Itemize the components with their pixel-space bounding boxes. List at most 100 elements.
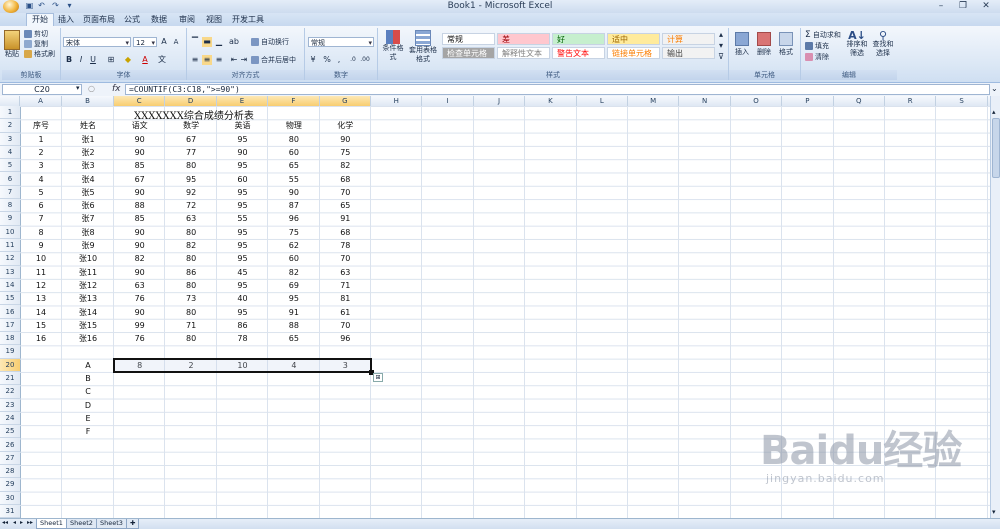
restore-button[interactable]: ❐ [952, 0, 974, 12]
header-cell[interactable]: 物理 [268, 119, 319, 132]
cell-style-0[interactable]: 常规 [442, 33, 495, 45]
table-cell[interactable]: 80 [165, 332, 216, 345]
paste-button[interactable]: 粘贴 [4, 30, 20, 59]
table-cell[interactable]: 16 [20, 332, 62, 345]
italic-icon[interactable]: I [76, 55, 86, 65]
table-cell[interactable]: 70 [320, 319, 371, 332]
font-size-select[interactable]: 12 [133, 37, 157, 48]
table-cell[interactable]: 张12 [62, 279, 114, 292]
insert-cells-button[interactable]: 插入 [732, 32, 752, 57]
comma-icon[interactable]: , [334, 55, 344, 65]
table-cell[interactable]: 67 [114, 173, 165, 186]
tab-home[interactable]: 开始 [26, 13, 54, 27]
table-cell[interactable]: 15 [20, 319, 62, 332]
table-cell[interactable]: 5 [20, 186, 62, 199]
row-header-9[interactable]: 9 [0, 212, 20, 226]
decrease-decimal-icon[interactable]: .00 [360, 55, 370, 65]
grade-label-cell[interactable]: C [62, 385, 114, 398]
table-cell[interactable]: 90 [114, 266, 165, 279]
cell-style-3[interactable]: 适中 [607, 33, 660, 45]
row-header-3[interactable]: 3 [0, 133, 20, 146]
table-cell[interactable]: 90 [320, 133, 371, 146]
table-cell[interactable]: 85 [114, 159, 165, 172]
autosum-button[interactable]: Σ 自动求和 [805, 31, 841, 40]
table-cell[interactable]: 60 [217, 173, 268, 186]
table-cell[interactable]: 73 [165, 292, 216, 305]
grade-label-cell[interactable]: F [62, 425, 114, 438]
header-cell[interactable]: 序号 [20, 119, 62, 132]
row-header-4[interactable]: 4 [0, 146, 20, 160]
copy-button[interactable]: 复制 [24, 40, 48, 49]
table-cell[interactable]: 82 [114, 252, 165, 265]
namebox-dropdown-icon[interactable]: ▾ [76, 84, 80, 92]
table-cell[interactable]: 80 [165, 252, 216, 265]
table-cell[interactable]: 60 [268, 146, 319, 159]
row-header-31[interactable]: 31 [0, 505, 20, 519]
table-cell[interactable]: 80 [165, 306, 216, 319]
table-cell[interactable]: 92 [165, 186, 216, 199]
column-header-d[interactable]: D [165, 96, 217, 106]
wrap-text-button[interactable]: 自动换行 [251, 38, 289, 47]
table-cell[interactable]: 91 [268, 306, 319, 319]
table-cell[interactable]: 张15 [62, 319, 114, 332]
sheet-nav-first-icon[interactable]: ◂◂ [2, 519, 8, 526]
table-cell[interactable]: 1 [20, 133, 62, 146]
minimize-button[interactable]: – [930, 0, 952, 12]
table-cell[interactable]: 76 [114, 332, 165, 345]
sheet-nav-last-icon[interactable]: ▸▸ [27, 519, 33, 526]
table-cell[interactable]: 张4 [62, 173, 114, 186]
count-cell[interactable]: 2 [165, 359, 216, 372]
row-header-20[interactable]: 20 [0, 358, 20, 372]
table-cell[interactable]: 95 [217, 279, 268, 292]
font-name-select[interactable]: 宋体 [63, 37, 131, 48]
table-cell[interactable]: 90 [217, 146, 268, 159]
table-cell[interactable]: 张9 [62, 239, 114, 252]
column-header-f[interactable]: F [268, 96, 320, 106]
column-header-c[interactable]: C [114, 96, 166, 106]
table-cell[interactable]: 张13 [62, 292, 114, 305]
table-cell[interactable]: 65 [320, 199, 371, 212]
table-cell[interactable]: 78 [217, 332, 268, 345]
cell-style-9[interactable]: 输出 [662, 47, 715, 59]
table-cell[interactable]: 12 [20, 279, 62, 292]
header-cell[interactable]: 姓名 [62, 119, 114, 132]
table-cell[interactable]: 63 [114, 279, 165, 292]
close-button[interactable]: ✕ [975, 0, 997, 12]
align-bottom-icon[interactable]: ▁ [214, 37, 224, 47]
column-header-b[interactable]: B [62, 96, 114, 106]
style-scroll-down-icon[interactable]: ▾ [716, 41, 726, 51]
grade-label-cell[interactable]: D [62, 399, 114, 412]
table-cell[interactable]: 99 [114, 319, 165, 332]
column-header-h[interactable]: H [371, 96, 423, 106]
tab-insert[interactable]: 插入 [55, 14, 77, 26]
format-table-button[interactable]: 套用表格格式 [408, 30, 438, 64]
table-cell[interactable]: 55 [217, 212, 268, 225]
vertical-scrollbar[interactable]: ▴ ▾ [990, 96, 1000, 518]
table-cell[interactable]: 2 [20, 146, 62, 159]
table-cell[interactable]: 14 [20, 306, 62, 319]
font-color-icon[interactable]: A [140, 55, 150, 65]
table-cell[interactable]: 86 [165, 266, 216, 279]
table-cell[interactable]: 45 [217, 266, 268, 279]
merge-center-button[interactable]: 合并后居中 [251, 56, 296, 65]
table-cell[interactable]: 76 [114, 292, 165, 305]
table-cell[interactable]: 张10 [62, 252, 114, 265]
cell-style-5[interactable]: 检查单元格 [442, 47, 495, 59]
table-cell[interactable]: 82 [165, 239, 216, 252]
table-cell[interactable]: 63 [320, 266, 371, 279]
table-cell[interactable]: 68 [320, 226, 371, 239]
table-cell[interactable]: 张1 [62, 133, 114, 146]
table-cell[interactable]: 95 [165, 173, 216, 186]
count-cell[interactable]: 3 [320, 359, 371, 372]
table-cell[interactable]: 张6 [62, 199, 114, 212]
fill-color-icon[interactable]: ◆ [123, 55, 133, 65]
row-header-18[interactable]: 18 [0, 332, 20, 346]
column-header-s[interactable]: S [936, 96, 988, 106]
column-header-r[interactable]: R [885, 96, 937, 106]
column-header-j[interactable]: J [474, 96, 526, 106]
table-cell[interactable]: 77 [165, 146, 216, 159]
row-header-17[interactable]: 17 [0, 319, 20, 333]
table-cell[interactable]: 71 [165, 319, 216, 332]
row-header-8[interactable]: 8 [0, 199, 20, 213]
table-cell[interactable]: 张5 [62, 186, 114, 199]
